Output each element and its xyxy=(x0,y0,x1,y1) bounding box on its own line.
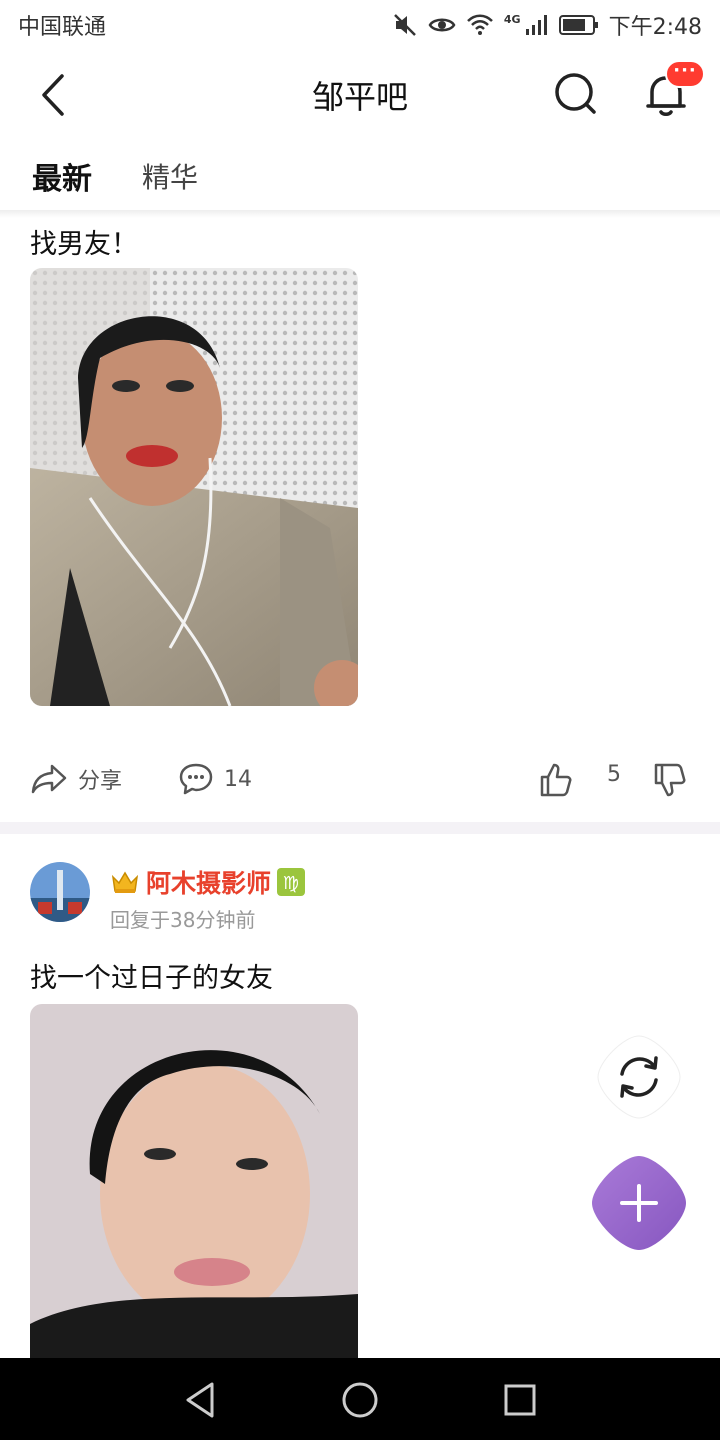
signal-icon xyxy=(525,15,547,35)
battery-icon xyxy=(558,15,598,35)
post-actions: 分享 14 5 xyxy=(0,750,720,814)
post-meta: 回复于38分钟前 xyxy=(110,908,256,932)
avatar-image xyxy=(30,862,90,922)
wifi-icon xyxy=(467,14,493,35)
tab-featured[interactable]: 精华 xyxy=(142,156,198,196)
clock: 下午2:48 xyxy=(608,15,702,40)
tab-divider xyxy=(0,210,720,218)
refresh-button[interactable] xyxy=(594,1032,684,1122)
post-divider xyxy=(0,822,720,834)
top-navigation: 邹平吧 ··· xyxy=(0,50,720,140)
avatar[interactable] xyxy=(30,862,90,922)
thumbs-down-icon xyxy=(654,763,686,797)
status-icons: 4G 下午2:48 xyxy=(392,9,702,41)
circle-home-icon xyxy=(342,1382,378,1418)
post-text[interactable]: 找男友！ xyxy=(30,222,138,261)
system-navigation-bar xyxy=(0,1358,720,1440)
system-back-button[interactable] xyxy=(180,1378,224,1422)
post-text[interactable]: 找一个过日子的女友 xyxy=(30,956,273,995)
mute-icon xyxy=(394,14,416,36)
thumbs-up-icon xyxy=(540,763,572,797)
post-author[interactable]: 阿木摄影师 ♍ 回复于38分钟前 xyxy=(30,860,530,932)
virgo-icon: ♍ xyxy=(277,868,306,896)
post-photo-image xyxy=(30,268,358,706)
dislike-button[interactable] xyxy=(652,762,688,798)
crown-icon xyxy=(111,871,139,893)
eye-icon xyxy=(428,18,456,32)
share-button[interactable]: 分享 xyxy=(30,762,122,796)
author-name-row: 阿木摄影师 ♍ xyxy=(110,864,306,900)
tab-bar: 最新 精华 xyxy=(0,140,720,212)
search-button[interactable] xyxy=(550,68,602,120)
carrier-label: 中国联通 xyxy=(18,15,107,40)
tab-latest[interactable]: 最新 xyxy=(32,154,92,198)
status-bar: 中国联通 4G 下午2:48 xyxy=(0,0,720,50)
comment-count: 14 xyxy=(224,766,252,792)
like-count: 5 xyxy=(607,762,621,787)
page-title: 邹平吧 xyxy=(311,78,408,116)
search-icon xyxy=(555,73,596,114)
comment-icon xyxy=(179,763,213,795)
triangle-back-icon xyxy=(186,1382,214,1418)
square-recents-icon xyxy=(504,1384,536,1416)
share-label: 分享 xyxy=(78,769,123,794)
post-photo-image xyxy=(30,1004,358,1358)
system-recents-button[interactable] xyxy=(498,1378,542,1422)
like-button[interactable] xyxy=(538,762,574,798)
comment-button[interactable]: 14 xyxy=(178,762,252,796)
author-name[interactable]: 阿木摄影师 xyxy=(146,864,271,900)
notification-badge: ··· xyxy=(665,60,705,88)
svg-text:♍: ♍ xyxy=(283,873,299,894)
post-photo[interactable] xyxy=(30,268,358,706)
post-photo[interactable] xyxy=(30,1004,358,1358)
system-home-button[interactable] xyxy=(338,1378,382,1422)
network-type: 4G xyxy=(503,12,521,26)
share-icon xyxy=(31,764,67,794)
create-post-button[interactable] xyxy=(588,1152,690,1254)
